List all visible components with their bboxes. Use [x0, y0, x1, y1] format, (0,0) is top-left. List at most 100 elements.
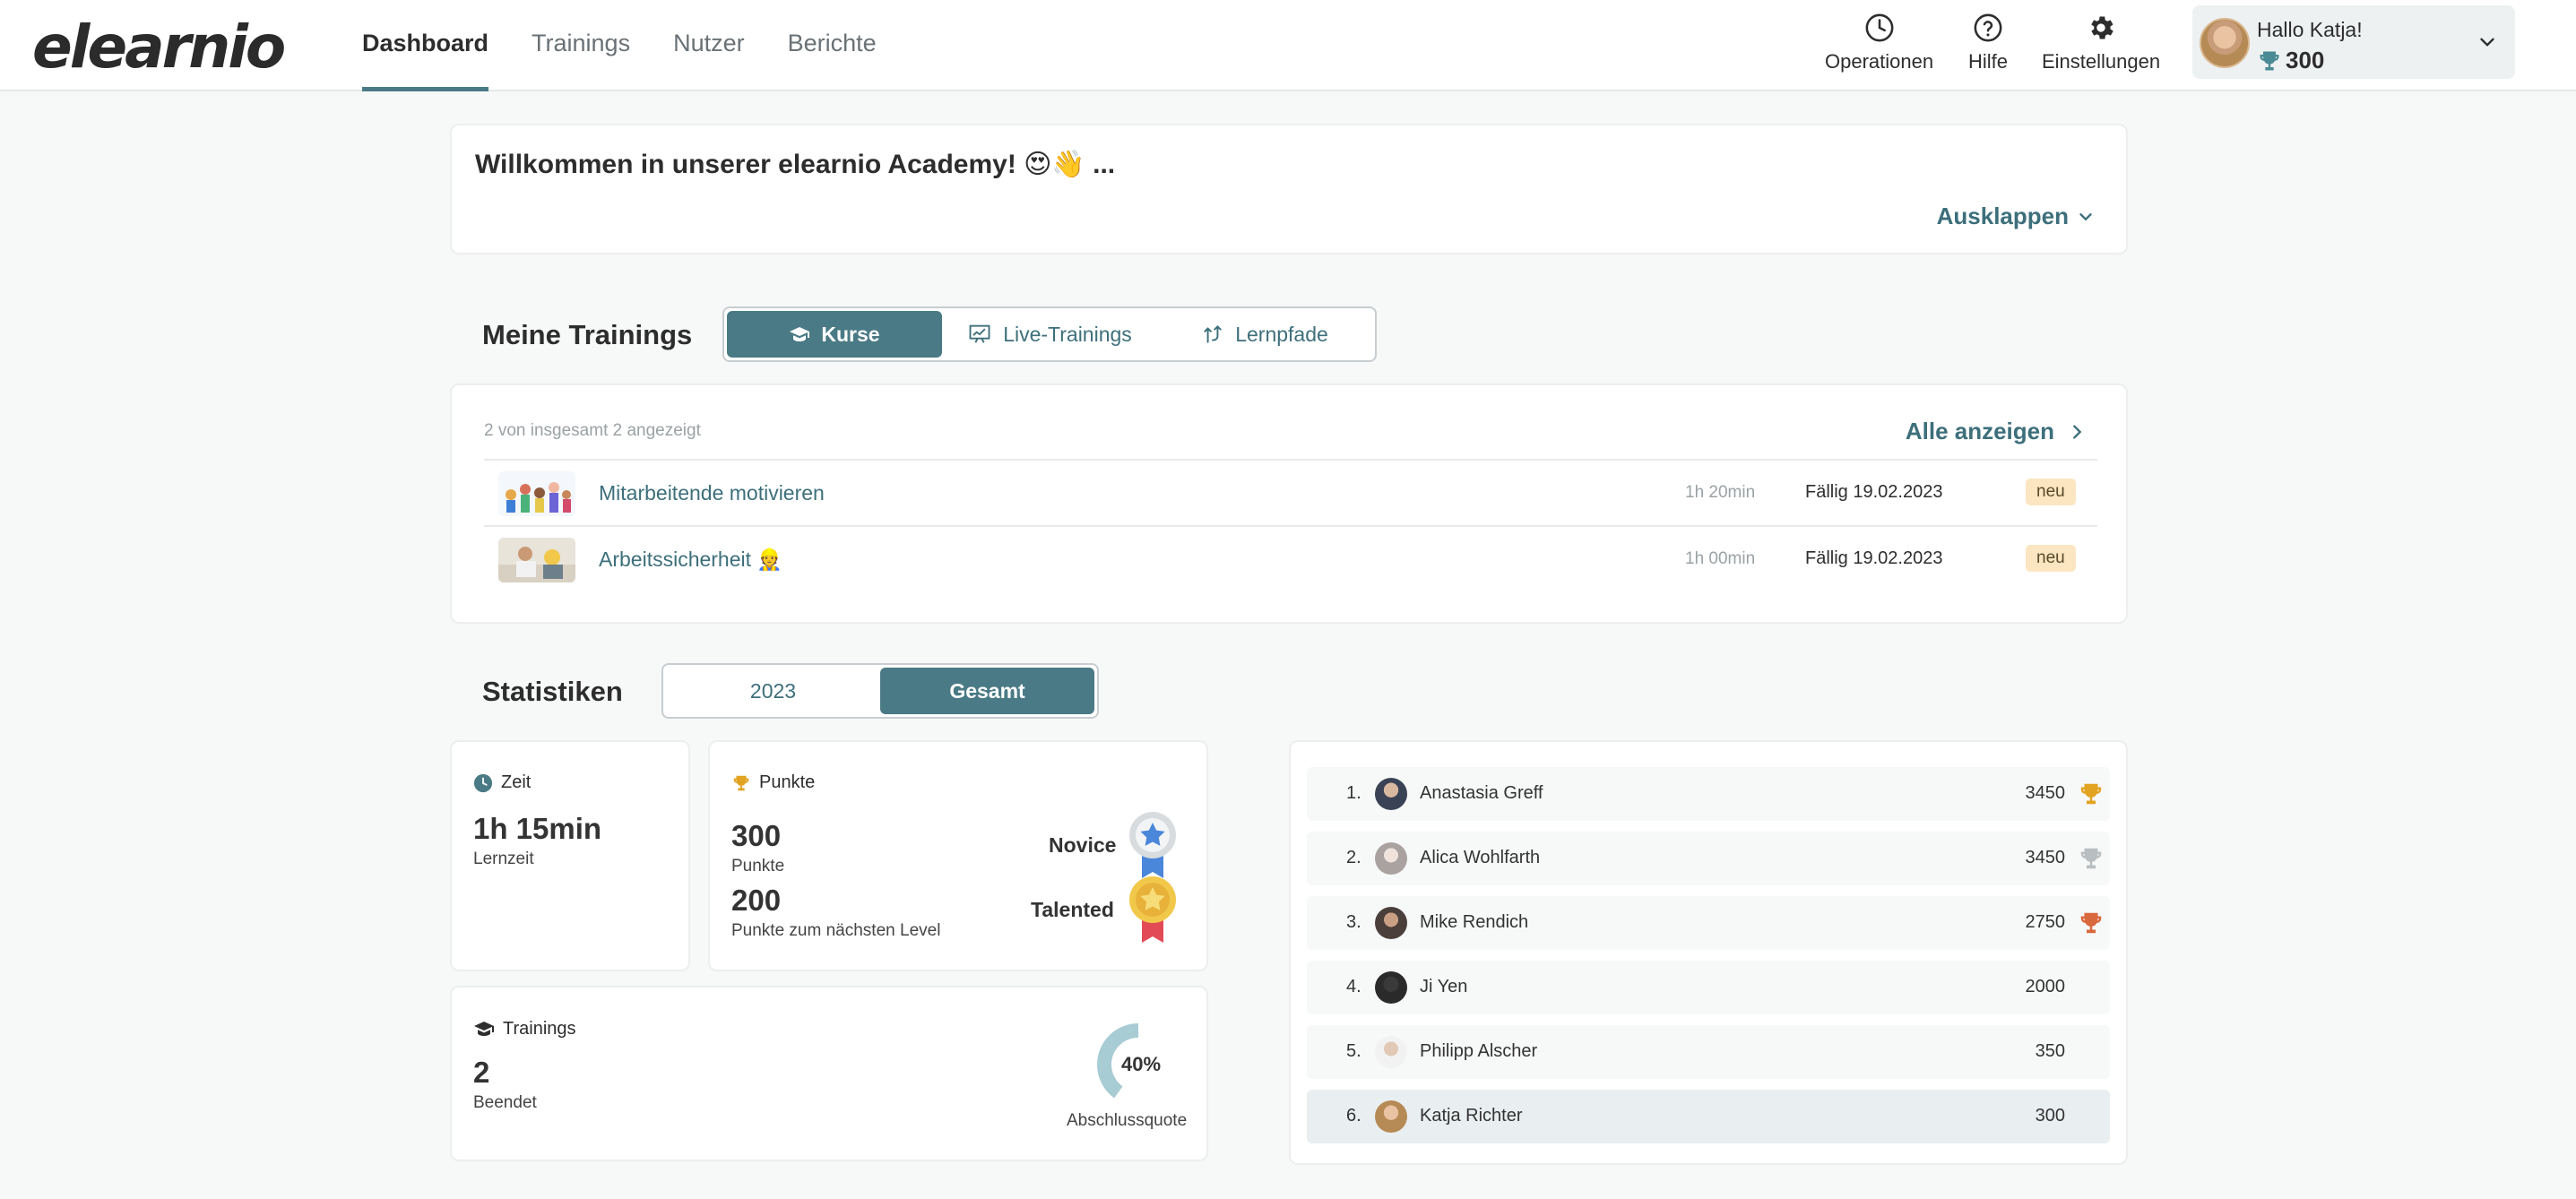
user-points: 300 [2257, 47, 2324, 74]
new-badge: neu [2026, 479, 2076, 505]
path-icon [1204, 324, 1222, 343]
time-stat-card: Zeit 1h 15min Lernzeit [450, 740, 690, 971]
user-points-value: 300 [2286, 47, 2325, 73]
presentation-icon [969, 324, 990, 343]
nav-trainings[interactable]: Trainings [532, 0, 630, 91]
next-level: Talented [1031, 898, 1114, 921]
chevron-down-icon[interactable] [2476, 30, 2499, 54]
leaderboard-points: 350 [2035, 1041, 2065, 1061]
welcome-card: Willkommen in unserer elearnio Academy! … [450, 124, 2128, 254]
trainings-tab-group: Kurse Live-Trainings Lernpfade [722, 306, 1377, 362]
nav-dashboard[interactable]: Dashboard [362, 0, 489, 91]
avatar [1375, 1036, 1407, 1068]
show-all-label: Alle anzeigen [1905, 418, 2054, 444]
tab-2023[interactable]: 2023 [666, 668, 880, 714]
help-label: Hilfe [1968, 50, 2009, 73]
settings-button[interactable]: Einstellungen [2042, 13, 2160, 73]
help-circle-icon [1974, 13, 2002, 42]
nav-berichte[interactable]: Berichte [788, 0, 877, 91]
points-sub: Punkte [731, 857, 785, 876]
leaderboard-name: Anastasia Greff [1420, 783, 1543, 803]
avatar [1375, 971, 1407, 1004]
course-thumbnail [498, 471, 575, 516]
current-level: Novice [1049, 833, 1117, 857]
course-due-date: Fällig 19.02.2023 [1805, 482, 1943, 502]
course-title: Arbeitssicherheit 👷 [599, 548, 783, 571]
course-row[interactable]: Arbeitssicherheit 👷 1h 00min Fällig 19.0… [484, 525, 2097, 591]
avatar [2200, 18, 2250, 68]
bronze-trophy-icon [2080, 912, 2102, 934]
tab-gesamt[interactable]: Gesamt [880, 668, 1094, 714]
course-due-date: Fällig 19.02.2023 [1805, 548, 1943, 568]
graduation-cap-icon [474, 1022, 494, 1036]
completion-rate-ring: 40% [1097, 1023, 1180, 1106]
leaderboard-name: Mike Rendich [1420, 912, 1529, 932]
leaderboard-name: Ji Yen [1420, 977, 1468, 996]
tab-kurse[interactable]: Kurse [727, 311, 942, 358]
expand-label: Ausklappen [1936, 203, 2069, 229]
tab-live-trainings[interactable]: Live-Trainings [942, 311, 1157, 358]
leaderboard-points: 3450 [2025, 848, 2066, 867]
leaderboard-rank: 4. [1346, 977, 1361, 996]
course-title: Mitarbeitende motivieren [599, 481, 825, 505]
leaderboard-points: 3450 [2025, 783, 2066, 803]
user-menu[interactable]: Hallo Katja! 300 [2192, 5, 2515, 79]
graduation-cap-icon [790, 327, 810, 341]
avatar [1375, 1100, 1407, 1133]
points-value: 300 [731, 819, 782, 852]
stats-tab-group: 2023 Gesamt [661, 663, 1099, 719]
leaderboard-row[interactable]: 1. Anastasia Greff 3450 [1307, 767, 2110, 821]
courses-count: 2 von insgesamt 2 angezeigt [484, 421, 701, 440]
gear-icon [2091, 16, 2114, 39]
help-button[interactable]: Hilfe [1968, 13, 2008, 73]
novice-badge-icon [1129, 812, 1176, 878]
next-level-sub: Punkte zum nächsten Level [731, 921, 941, 940]
leaderboard-row[interactable]: 6. Katja Richter 300 [1307, 1090, 2110, 1143]
main-nav: Dashboard Trainings Nutzer Berichte [362, 0, 920, 91]
trainings-stat-card: Trainings 2 Beendet 40% Abschlussquote [450, 986, 1208, 1161]
chevron-down-icon [2079, 212, 2092, 220]
leaderboard-row[interactable]: 2. Alica Wohlfarth 3450 [1307, 832, 2110, 885]
course-thumbnail [498, 538, 575, 582]
elearnio-logo[interactable]: elearnio [32, 13, 286, 82]
courses-card: 2 von insgesamt 2 angezeigt Alle anzeige… [450, 384, 2128, 624]
clock-icon [473, 773, 493, 792]
course-row[interactable]: Mitarbeitende motivieren 1h 20min Fällig… [484, 459, 2097, 525]
next-level-points-value: 200 [731, 884, 782, 917]
operations-label: Operationen [1825, 50, 1934, 73]
avatar [1375, 842, 1407, 875]
new-badge: neu [2026, 545, 2076, 572]
leaderboard-row[interactable]: 3. Mike Rendich 2750 [1307, 896, 2110, 950]
nav-nutzer[interactable]: Nutzer [673, 0, 745, 91]
leaderboard-name: Katja Richter [1420, 1106, 1523, 1126]
tab-lernpfade[interactable]: Lernpfade [1157, 311, 1372, 358]
tab-live-trainings-label: Live-Trainings [1003, 322, 1132, 346]
points-label: Punkte [731, 772, 815, 793]
trainings-finished-value: 2 [473, 1056, 490, 1089]
leaderboard-points: 300 [2035, 1106, 2065, 1126]
completion-rate-value: 40% [1121, 1053, 1161, 1075]
chevron-right-icon [2073, 424, 2082, 439]
leaderboard-points: 2000 [2025, 977, 2066, 996]
gold-trophy-icon [2080, 783, 2102, 805]
trophy-icon [733, 775, 749, 790]
leaderboard-points: 2750 [2025, 912, 2066, 932]
time-sub: Lernzeit [473, 850, 534, 868]
user-greeting: Hallo Katja! [2257, 18, 2363, 41]
avatar [1375, 778, 1407, 810]
leaderboard-name: Philipp Alscher [1420, 1041, 1538, 1061]
leaderboard-rank: 2. [1346, 848, 1361, 867]
settings-label: Einstellungen [2042, 50, 2161, 73]
leaderboard-name: Alica Wohlfarth [1420, 848, 1541, 867]
expand-button[interactable]: Ausklappen [1937, 203, 2096, 230]
show-all-button[interactable]: Alle anzeigen [1906, 418, 2087, 445]
clock-icon [1865, 13, 1893, 42]
leaderboard-row[interactable]: 5. Philipp Alscher 350 [1307, 1025, 2110, 1079]
completion-rate-caption: Abschlussquote [1067, 1111, 1188, 1130]
trainings-label: Trainings [473, 1018, 576, 1039]
talented-badge-icon [1129, 876, 1176, 943]
operations-button[interactable]: Operationen [1825, 13, 1933, 73]
course-duration: 1h 00min [1685, 549, 1756, 568]
time-value: 1h 15min [473, 812, 602, 845]
leaderboard-row[interactable]: 4. Ji Yen 2000 [1307, 961, 2110, 1014]
